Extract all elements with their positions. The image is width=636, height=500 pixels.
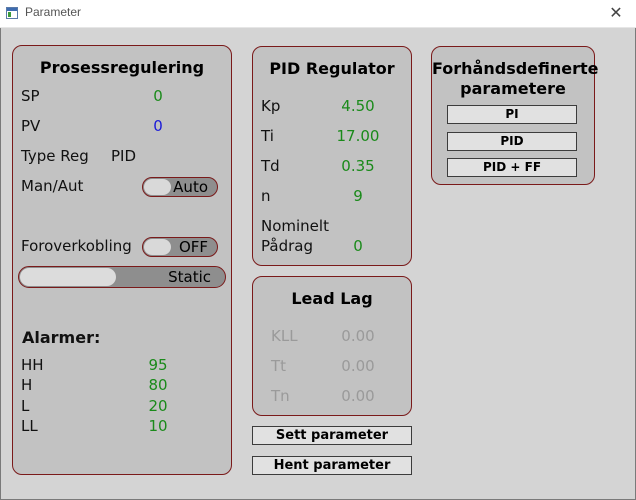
alarm-hh-value: 95: [148, 356, 168, 374]
alarm-h-label: H: [21, 376, 33, 394]
tn-label: Tn: [271, 387, 290, 405]
predefined-panel: Forhåndsdefinerte parametere PI PID PID …: [431, 46, 599, 185]
tt-label: Tt: [271, 357, 287, 375]
sett-parameter-button[interactable]: Sett parameter: [252, 426, 412, 445]
hent-parameter-button[interactable]: Hent parameter: [252, 456, 412, 475]
window-body: Prosessregulering SP 0 PV 0 Type Reg PID…: [0, 28, 636, 500]
alarm-ll-value: 10: [148, 417, 168, 435]
pid-regulator-panel: PID Regulator Kp 4.50 Ti 17.00 Td 0.35 n…: [252, 46, 412, 266]
foroverkobling-label: Foroverkobling: [21, 237, 132, 255]
padrag-label: Pådrag: [261, 237, 313, 255]
tt-value: 0.00: [341, 357, 375, 375]
td-value: 0.35: [341, 157, 375, 175]
manaut-state: Auto: [173, 178, 208, 196]
preset-pi-button[interactable]: PI: [447, 105, 577, 124]
sp-value: 0: [153, 87, 163, 105]
ti-label: Ti: [261, 127, 274, 145]
mode-slider-knob[interactable]: [20, 268, 116, 286]
window-title: Parameter: [25, 5, 82, 19]
alarm-hh-label: HH: [21, 356, 44, 374]
manaut-toggle[interactable]: Auto: [142, 177, 218, 197]
pid-regulator-heading: PID Regulator: [269, 59, 395, 78]
ti-value: 17.00: [336, 127, 380, 145]
foroverkobling-toggle-knob[interactable]: [144, 239, 171, 255]
pv-value: 0: [153, 117, 163, 135]
title-bar: Parameter ✕: [0, 0, 636, 28]
manaut-label: Man/Aut: [21, 177, 84, 195]
window-app-icon: [6, 7, 18, 19]
preset-pid-ff-button[interactable]: PID + FF: [447, 158, 577, 177]
pv-label: PV: [21, 117, 41, 135]
kll-label: KLL: [271, 327, 298, 345]
typereg-label: Type Reg: [21, 147, 89, 165]
preset-pid-button[interactable]: PID: [447, 132, 577, 151]
n-label: n: [261, 187, 271, 205]
predefined-heading-line2: parametere: [460, 79, 566, 98]
alarm-l-value: 20: [148, 397, 168, 415]
lead-lag-heading: Lead Lag: [291, 289, 373, 308]
sp-label: SP: [21, 87, 40, 105]
alarm-h-value: 80: [148, 376, 168, 394]
mode-state: Static: [168, 268, 211, 286]
mode-slider[interactable]: Static: [18, 266, 226, 288]
predefined-heading-line1: Forhåndsdefinerte: [432, 59, 599, 78]
kp-label: Kp: [261, 97, 281, 115]
typereg-value: PID: [111, 147, 137, 165]
kll-value: 0.00: [341, 327, 375, 345]
nominelt-label: Nominelt: [261, 217, 329, 235]
alarm-ll-label: LL: [21, 417, 38, 435]
td-label: Td: [261, 157, 280, 175]
foroverkobling-toggle[interactable]: OFF: [142, 237, 218, 257]
close-icon[interactable]: ✕: [604, 2, 628, 24]
prosessregulering-panel: Prosessregulering SP 0 PV 0 Type Reg PID…: [12, 45, 232, 475]
tn-value: 0.00: [341, 387, 375, 405]
n-value: 9: [353, 187, 363, 205]
alarm-l-label: L: [21, 397, 30, 415]
alarm-heading: Alarmer:: [22, 328, 101, 347]
foroverkobling-state: OFF: [178, 238, 208, 256]
prosessregulering-heading: Prosessregulering: [39, 58, 205, 77]
manaut-toggle-knob[interactable]: [144, 179, 171, 195]
kp-value: 4.50: [341, 97, 375, 115]
lead-lag-panel: Lead Lag KLL 0.00 Tt 0.00 Tn 0.00: [252, 276, 412, 416]
padrag-value: 0: [353, 237, 363, 255]
